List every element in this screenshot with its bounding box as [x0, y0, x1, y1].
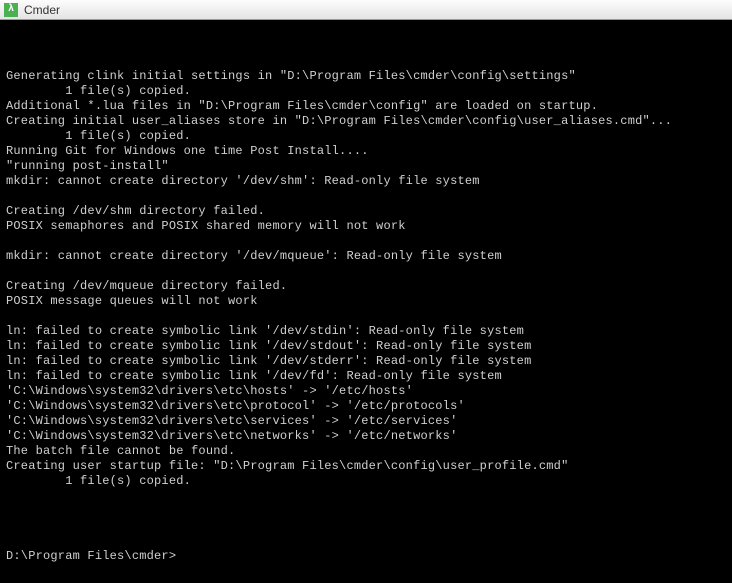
window-titlebar[interactable]: λ Cmder — [0, 0, 732, 20]
prompt-text: D:\Program Files\cmder> — [6, 549, 176, 564]
terminal-line: 'C:\Windows\system32\drivers\etc\protoco… — [6, 399, 726, 414]
terminal-line: mkdir: cannot create directory '/dev/mqu… — [6, 249, 726, 264]
command-input[interactable] — [176, 549, 726, 564]
prompt-line: D:\Program Files\cmder> — [6, 549, 726, 564]
app-lambda-icon: λ — [4, 3, 18, 17]
terminal-line: Creating /dev/mqueue directory failed. — [6, 279, 726, 294]
terminal-line: ln: failed to create symbolic link '/dev… — [6, 369, 726, 384]
terminal-line: ln: failed to create symbolic link '/dev… — [6, 339, 726, 354]
terminal-line: ln: failed to create symbolic link '/dev… — [6, 324, 726, 339]
terminal-line — [6, 54, 726, 69]
terminal-line: POSIX semaphores and POSIX shared memory… — [6, 219, 726, 234]
terminal-line: 1 file(s) copied. — [6, 129, 726, 144]
terminal-line: 'C:\Windows\system32\drivers\etc\hosts' … — [6, 384, 726, 399]
terminal-line: 1 file(s) copied. — [6, 84, 726, 99]
terminal-line: The batch file cannot be found. — [6, 444, 726, 459]
terminal-line: POSIX message queues will not work — [6, 294, 726, 309]
terminal-output: Generating clink initial settings in "D:… — [6, 54, 726, 519]
terminal-line: Generating clink initial settings in "D:… — [6, 69, 726, 84]
terminal-line: Running Git for Windows one time Post In… — [6, 144, 726, 159]
terminal-line — [6, 489, 726, 504]
terminal-line — [6, 234, 726, 249]
terminal-line: Creating /dev/shm directory failed. — [6, 204, 726, 219]
terminal-viewport[interactable]: Generating clink initial settings in "D:… — [0, 20, 732, 583]
window-title: Cmder — [24, 3, 60, 17]
terminal-line: 'C:\Windows\system32\drivers\etc\service… — [6, 414, 726, 429]
terminal-line: 1 file(s) copied. — [6, 474, 726, 489]
terminal-line: ln: failed to create symbolic link '/dev… — [6, 354, 726, 369]
terminal-line — [6, 504, 726, 519]
terminal-line: 'C:\Windows\system32\drivers\etc\network… — [6, 429, 726, 444]
terminal-line: Creating initial user_aliases store in "… — [6, 114, 726, 129]
terminal-line — [6, 189, 726, 204]
terminal-line: Creating user startup file: "D:\Program … — [6, 459, 726, 474]
terminal-line: mkdir: cannot create directory '/dev/shm… — [6, 174, 726, 189]
terminal-line — [6, 264, 726, 279]
terminal-line: Additional *.lua files in "D:\Program Fi… — [6, 99, 726, 114]
terminal-line: "running post-install" — [6, 159, 726, 174]
terminal-line — [6, 309, 726, 324]
